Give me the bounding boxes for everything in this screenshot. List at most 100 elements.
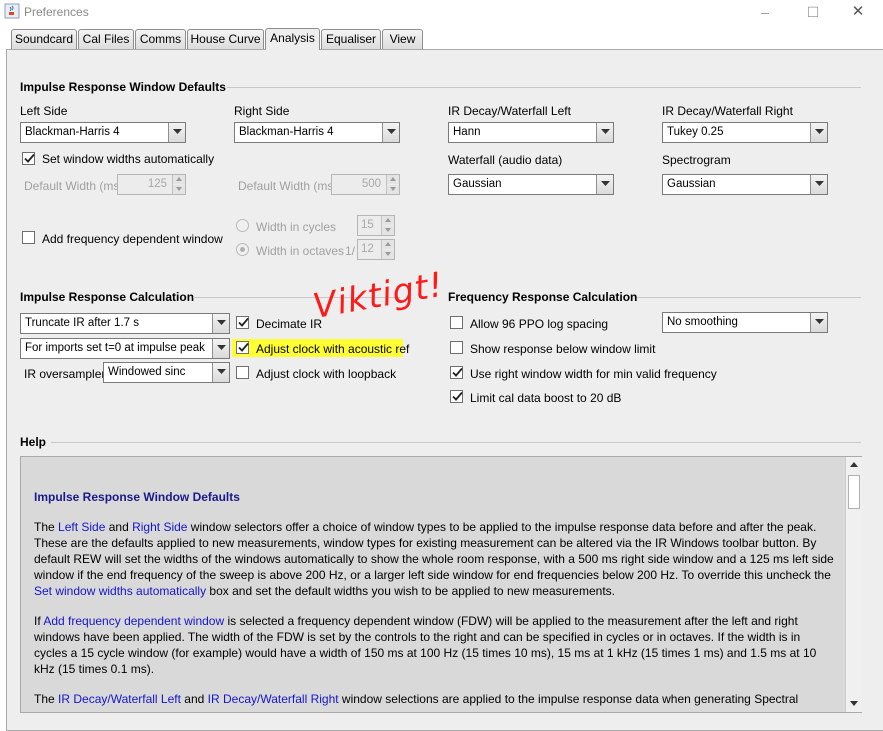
adjust-acoustic-label: Adjust clock with acoustic ref <box>256 342 410 356</box>
help-link[interactable]: Set window widths automatically <box>34 584 206 598</box>
set-auto-checkbox[interactable] <box>22 152 35 165</box>
decay-right-label: IR Decay/Waterfall Right <box>662 104 793 118</box>
ppo-label: Allow 96 PPO log spacing <box>470 317 609 331</box>
ppo-checkbox[interactable] <box>450 316 463 329</box>
spectrogram-value: Gaussian <box>667 178 716 190</box>
width-cycles-spinner[interactable]: 15 <box>357 215 395 236</box>
help-scrollbar[interactable] <box>845 457 862 712</box>
spinner-down-icon[interactable] <box>387 185 399 194</box>
help-paragraph: The IR Decay/Waterfall Left and IR Decay… <box>34 692 799 706</box>
right-side-value: Blackman-Harris 4 <box>239 126 334 138</box>
chevron-down-icon[interactable] <box>810 313 827 332</box>
default-width-right-label: Default Width (ms) <box>238 179 338 193</box>
truncate-combo[interactable]: Truncate IR after 1.7 s <box>20 313 230 334</box>
chevron-down-icon[interactable] <box>212 314 229 333</box>
set-auto-label: Set window widths automatically <box>42 152 215 166</box>
scroll-up-icon[interactable] <box>846 457 862 473</box>
tab-view[interactable]: View <box>382 29 423 49</box>
spinner-up-icon[interactable] <box>382 216 394 225</box>
adjust-loopback-label: Adjust clock with loopback <box>256 367 397 381</box>
width-octaves-spinner[interactable]: 12 <box>357 239 395 260</box>
default-width-left-value: 125 <box>147 178 167 190</box>
tab-equaliser[interactable]: Equaliser <box>321 29 381 49</box>
maximize-icon[interactable]: ☐ <box>802 3 824 21</box>
left-side-combo[interactable]: Blackman-Harris 4 <box>20 122 186 143</box>
tab-comms[interactable]: Comms <box>135 29 186 49</box>
minimize-icon[interactable]: – <box>754 3 776 21</box>
right-window-checkbox[interactable] <box>450 366 463 379</box>
chevron-down-icon[interactable] <box>596 123 613 142</box>
waterfall-combo[interactable]: Gaussian <box>448 174 614 195</box>
chevron-down-icon[interactable] <box>212 363 229 382</box>
default-width-right-value: 500 <box>361 178 381 190</box>
help-link[interactable]: Left Side <box>58 520 105 534</box>
adjust-loopback-checkbox[interactable] <box>236 366 249 379</box>
default-width-left-label: Default Width (ms) <box>24 179 124 193</box>
default-width-right-spinner[interactable]: 500 <box>331 174 400 195</box>
chevron-down-icon[interactable] <box>596 175 613 194</box>
imports-value: For imports set t=0 at impulse peak <box>25 342 205 354</box>
scroll-down-icon[interactable] <box>846 695 862 711</box>
waterfall-value: Gaussian <box>453 178 502 190</box>
width-octaves-radio[interactable] <box>236 243 249 256</box>
section-title-irc: Impulse Response Calculation <box>20 290 195 304</box>
width-octaves-value: 12 <box>361 243 374 255</box>
spinner-up-icon[interactable] <box>387 175 399 184</box>
separator <box>227 87 861 88</box>
window-title: Preferences <box>24 5 89 19</box>
separator <box>51 442 861 443</box>
chevron-down-icon[interactable] <box>168 123 185 142</box>
width-cycles-radio[interactable] <box>236 219 249 232</box>
tab-analysis[interactable]: Analysis <box>265 28 320 50</box>
fdw-checkbox[interactable] <box>22 231 35 244</box>
below-limit-label: Show response below window limit <box>470 342 656 356</box>
decay-left-value: Hann <box>453 126 481 138</box>
oversampler-value: Windowed sinc <box>108 366 186 378</box>
help-link[interactable]: Add frequency dependent window <box>43 614 224 628</box>
help-paragraph: If Add frequency dependent window is sel… <box>34 614 817 676</box>
left-side-value: Blackman-Harris 4 <box>25 126 120 138</box>
spinner-down-icon[interactable] <box>382 250 394 259</box>
help-link[interactable]: IR Decay/Waterfall Right <box>208 692 339 706</box>
help-heading: Impulse Response Window Defaults <box>34 490 240 504</box>
truncate-value: Truncate IR after 1.7 s <box>25 317 139 329</box>
chevron-down-icon[interactable] <box>810 175 827 194</box>
fdw-label: Add frequency dependent window <box>42 232 223 246</box>
spinner-up-icon[interactable] <box>382 240 394 249</box>
oversampler-combo[interactable]: Windowed sinc <box>103 362 230 383</box>
help-link[interactable]: Right Side <box>132 520 187 534</box>
spectrogram-combo[interactable]: Gaussian <box>662 174 828 195</box>
width-cycles-value: 15 <box>361 219 374 231</box>
chevron-down-icon[interactable] <box>212 339 229 358</box>
right-window-label: Use right window width for min valid fre… <box>470 367 717 381</box>
default-width-left-spinner[interactable]: 125 <box>117 174 186 195</box>
tab-cal-files[interactable]: Cal Files <box>78 29 134 49</box>
section-title-help: Help <box>20 435 47 449</box>
smoothing-combo[interactable]: No smoothing <box>662 312 828 333</box>
chevron-down-icon[interactable] <box>382 123 399 142</box>
right-side-combo[interactable]: Blackman-Harris 4 <box>234 122 400 143</box>
decay-left-label: IR Decay/Waterfall Left <box>448 104 571 118</box>
adjust-acoustic-checkbox[interactable] <box>236 341 249 354</box>
decimate-label: Decimate IR <box>256 317 323 331</box>
spinner-down-icon[interactable] <box>382 226 394 235</box>
help-paragraph: The Left Side and Right Side window sele… <box>34 520 834 598</box>
help-link[interactable]: IR Decay/Waterfall Left <box>58 692 181 706</box>
scroll-thumb[interactable] <box>848 475 860 509</box>
decay-right-combo[interactable]: Tukey 0.25 <box>662 122 828 143</box>
width-octaves-label: Width in octaves <box>256 244 345 258</box>
help-content: Impulse Response Window Defaults The Lef… <box>34 489 834 712</box>
limit-cal-checkbox[interactable] <box>450 390 463 403</box>
imports-combo[interactable]: For imports set t=0 at impulse peak <box>20 338 230 359</box>
below-limit-checkbox[interactable] <box>450 341 463 354</box>
decimate-checkbox[interactable] <box>236 316 249 329</box>
tab-soundcard[interactable]: Soundcard <box>11 29 77 49</box>
spinner-up-icon[interactable] <box>173 175 185 184</box>
close-icon[interactable]: ✕ <box>847 3 869 21</box>
section-title-irwd: Impulse Response Window Defaults <box>20 80 226 94</box>
decay-left-combo[interactable]: Hann <box>448 122 614 143</box>
spinner-down-icon[interactable] <box>173 185 185 194</box>
tab-house-curve[interactable]: House Curve <box>187 29 264 49</box>
help-text-area[interactable]: Impulse Response Window Defaults The Lef… <box>20 456 862 713</box>
chevron-down-icon[interactable] <box>810 123 827 142</box>
